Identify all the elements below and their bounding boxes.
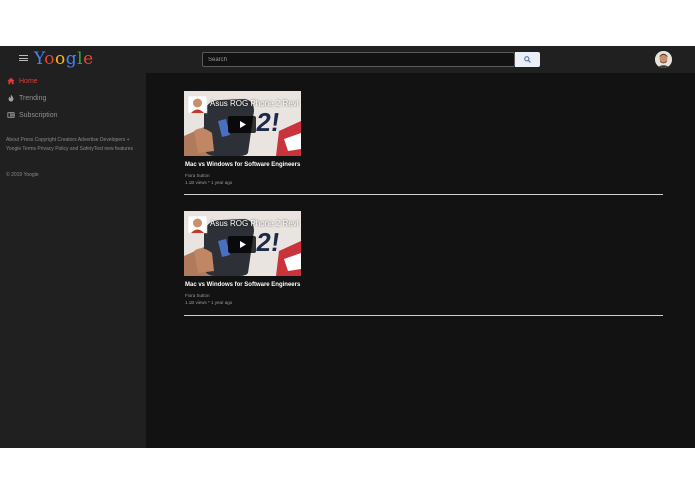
magnifier-icon bbox=[524, 56, 531, 63]
logo-letter: g bbox=[65, 49, 78, 69]
logo-letter: o bbox=[55, 49, 66, 69]
logo-letter: o bbox=[44, 49, 55, 69]
yoogle-logo[interactable]: Yoogle bbox=[34, 49, 94, 69]
sidebar-item-trending[interactable]: Trending bbox=[7, 92, 46, 104]
top-bar: Yoogle bbox=[0, 46, 695, 73]
video-channel[interactable]: Fiora Sutton bbox=[185, 173, 210, 178]
sidebar: Home Trending Subscription About Press C… bbox=[0, 73, 146, 448]
video-title[interactable]: Mac vs Windows for Software Engineers bbox=[185, 162, 300, 168]
app-window: Yoogle Home bbox=[0, 46, 695, 448]
video-thumbnail[interactable]: 2! Asus ROG Phone 2 Revi bbox=[184, 211, 301, 276]
logo-letter: Y bbox=[34, 49, 45, 69]
thumbnail-badge: 2! bbox=[255, 227, 282, 257]
video-title[interactable]: Mac vs Windows for Software Engineers bbox=[185, 282, 300, 288]
video-thumbnail[interactable]: 2! Asus ROG Phone 2 Revi bbox=[184, 91, 301, 156]
video-card: 2! Asus ROG Phone 2 Revi Mac vs Windows … bbox=[184, 91, 663, 195]
home-icon bbox=[7, 77, 15, 85]
thumbnail-title: Asus ROG Phone 2 Revi bbox=[210, 219, 299, 228]
avatar-image bbox=[655, 51, 672, 68]
sidebar-item-subscription[interactable]: Subscription bbox=[7, 109, 58, 121]
footer-links[interactable]: About Press Copyright Creators Advertise… bbox=[6, 136, 138, 154]
thumbnail-title: Asus ROG Phone 2 Revi bbox=[210, 99, 299, 108]
video-meta: 1.1B views * 1 year ago bbox=[185, 180, 233, 185]
logo-letter: e bbox=[83, 49, 94, 69]
search-input[interactable] bbox=[202, 52, 515, 67]
user-avatar[interactable] bbox=[655, 51, 672, 68]
sidebar-item-home[interactable]: Home bbox=[7, 75, 38, 87]
video-card: 2! Asus ROG Phone 2 Revi Mac vs Windows … bbox=[184, 211, 663, 316]
flame-icon bbox=[8, 94, 14, 102]
hamburger-icon[interactable] bbox=[19, 53, 28, 63]
search-button[interactable] bbox=[515, 52, 540, 67]
thumbnail-badge: 2! bbox=[255, 107, 282, 137]
sidebar-item-label: Subscription bbox=[19, 111, 58, 119]
sidebar-item-label: Trending bbox=[19, 94, 47, 102]
subscriptions-icon bbox=[7, 112, 15, 118]
video-channel[interactable]: Fiora Sutton bbox=[185, 293, 210, 298]
copyright-text: © 2019 Yoogle bbox=[6, 172, 39, 178]
video-meta: 1.1B views * 1 year ago bbox=[185, 300, 233, 305]
sidebar-item-label: Home bbox=[19, 77, 38, 85]
